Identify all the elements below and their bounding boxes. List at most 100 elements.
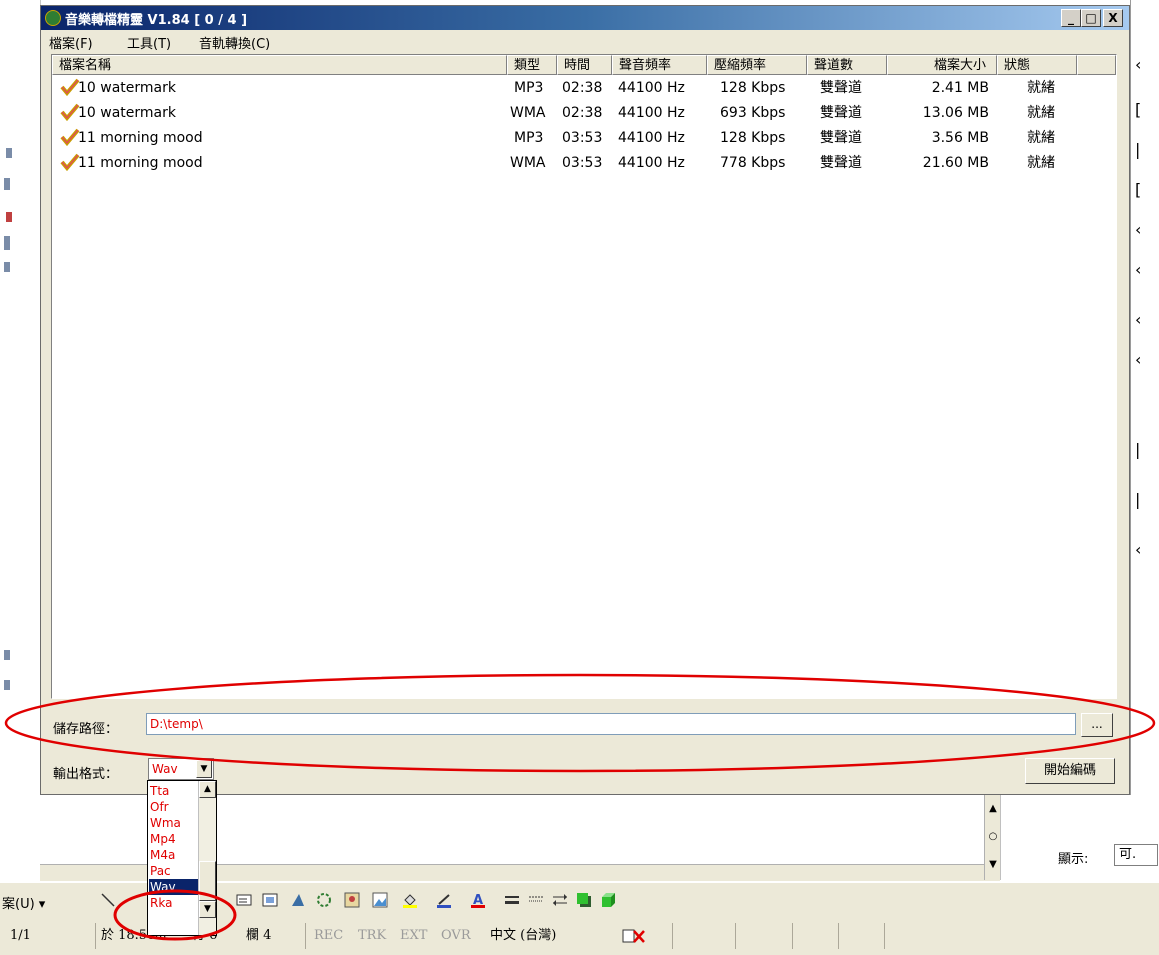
status-column: 欄 4	[246, 928, 272, 943]
column-header-channels[interactable]: 聲道數	[807, 55, 887, 75]
line-color-icon[interactable]	[436, 892, 452, 908]
format-option-m4a[interactable]: M4a	[149, 847, 199, 863]
column-header-size[interactable]: 檔案大小	[887, 55, 997, 75]
format-option-tta[interactable]: Tta	[149, 783, 199, 799]
scroll-select-icon[interactable]: ○	[985, 823, 1001, 851]
checkmark-icon[interactable]	[60, 78, 80, 96]
output-format-select[interactable]: Wav ▼	[148, 758, 214, 780]
toolbar-menu[interactable]: 案(U) ▾	[2, 893, 45, 912]
status-rec[interactable]: REC	[314, 927, 343, 945]
textbox-tool-icon[interactable]	[236, 892, 252, 908]
checkmark-icon[interactable]	[60, 153, 80, 171]
format-option-pac[interactable]: Pac	[149, 863, 199, 879]
file-size: 13.06 MB	[922, 105, 989, 121]
format-option-rka[interactable]: Rka	[149, 895, 199, 911]
status-ext[interactable]: EXT	[400, 927, 427, 945]
scroll-down-icon[interactable]: ▼	[985, 851, 1001, 879]
file-name: 11 morning mood	[78, 155, 203, 171]
file-bitrate: 128 Kbps	[720, 130, 786, 146]
file-sample-rate: 44100 Hz	[618, 130, 685, 146]
background-vertical-scrollbar[interactable]: ▲ ○ ▼	[984, 795, 1001, 880]
format-option-wav[interactable]: Wav	[149, 879, 199, 895]
save-path-label: 儲存路徑：	[53, 722, 119, 737]
spelling-check-icon[interactable]	[622, 928, 646, 944]
file-time: 02:38	[562, 105, 603, 121]
chevron-down-icon[interactable]: ▼	[196, 760, 212, 778]
diagram-icon[interactable]	[316, 892, 332, 908]
arrow-style-icon[interactable]	[552, 892, 568, 908]
close-button[interactable]: X	[1103, 9, 1123, 27]
list-header: 檔案名稱 類型 時間 聲音頻率 壓縮頻率 聲道數 檔案大小 狀態	[52, 55, 1116, 77]
3d-style-icon[interactable]	[600, 892, 616, 908]
table-row[interactable]: 10 watermark WMA 02:38 44100 Hz 693 Kbps…	[52, 100, 1116, 125]
file-type: WMA	[510, 105, 546, 121]
column-header-name[interactable]: 檔案名稱	[52, 55, 507, 75]
start-encoding-button[interactable]: 開始編碼	[1025, 758, 1115, 784]
dash-style-icon[interactable]	[528, 892, 544, 908]
output-format-value: Wav	[152, 762, 178, 776]
file-sample-rate: 44100 Hz	[618, 105, 685, 121]
vertical-textbox-icon[interactable]	[262, 892, 278, 908]
file-size: 2.41 MB	[931, 80, 989, 96]
column-header-time[interactable]: 時間	[557, 55, 612, 75]
window-title: 音樂轉檔精靈 V1.84 [ 0 / 4 ]	[65, 13, 248, 28]
scroll-up-icon[interactable]: ▲	[199, 781, 216, 798]
file-type: MP3	[514, 80, 544, 96]
table-row[interactable]: 10 watermark MP3 02:38 44100 Hz 128 Kbps…	[52, 75, 1116, 100]
picture-icon[interactable]	[372, 892, 388, 908]
show-label: 顯示:	[1058, 852, 1089, 867]
column-header-status[interactable]: 狀態	[997, 55, 1077, 75]
file-status: 就緒	[1027, 80, 1055, 96]
status-ovr[interactable]: OVR	[441, 927, 471, 945]
status-trk[interactable]: TRK	[358, 927, 386, 945]
fill-color-icon[interactable]	[402, 892, 418, 908]
save-path-input[interactable]: D:\temp\	[146, 713, 1076, 735]
column-header-sample-rate[interactable]: 聲音頻率	[612, 55, 707, 75]
background-document-right-edge: ‹ [ | [ ‹ ‹ ‹ ‹ | | ‹	[1130, 0, 1159, 800]
dropdown-scroll-thumb[interactable]	[199, 861, 216, 901]
scroll-down-icon[interactable]: ▼	[199, 901, 216, 918]
menu-tools[interactable]: 工具(T)	[127, 33, 171, 52]
file-type: MP3	[514, 130, 544, 146]
file-size: 3.56 MB	[931, 130, 989, 146]
minimize-button[interactable]: _	[1061, 9, 1081, 27]
file-list[interactable]: 檔案名稱 類型 時間 聲音頻率 壓縮頻率 聲道數 檔案大小 狀態 10 wate…	[51, 54, 1117, 699]
column-header-bitrate[interactable]: 壓縮頻率	[707, 55, 807, 75]
file-bitrate: 128 Kbps	[720, 80, 786, 96]
menu-track-convert[interactable]: 音軌轉換(C)	[199, 33, 270, 52]
format-option-mp4[interactable]: Mp4	[149, 831, 199, 847]
table-row[interactable]: 11 morning mood MP3 03:53 44100 Hz 128 K…	[52, 125, 1116, 150]
line-style-icon[interactable]	[504, 892, 520, 908]
format-option-ofr[interactable]: Ofr	[149, 799, 199, 815]
checkmark-icon[interactable]	[60, 128, 80, 146]
file-bitrate: 778 Kbps	[720, 155, 786, 171]
file-channels: 雙聲道	[820, 105, 862, 121]
table-row[interactable]: 11 morning mood WMA 03:53 44100 Hz 778 K…	[52, 150, 1116, 175]
line-tool-icon[interactable]	[100, 892, 116, 908]
title-bar[interactable]: 音樂轉檔精靈 V1.84 [ 0 / 4 ] _ □ X	[41, 6, 1129, 30]
app-icon[interactable]	[45, 10, 61, 26]
file-size: 21.60 MB	[922, 155, 989, 171]
scroll-up-icon[interactable]: ▲	[985, 795, 1001, 823]
dropdown-scrollbar[interactable]: ▲ ▼	[198, 781, 216, 935]
status-page: 1/1	[10, 928, 31, 943]
shadow-icon[interactable]	[576, 892, 592, 908]
menu-bar: 檔案(F) 工具(T) 音軌轉換(C)	[41, 30, 1129, 52]
status-language: 中文 (台灣)	[490, 928, 557, 943]
menu-file[interactable]: 檔案(F)	[49, 33, 93, 52]
background-side-panel	[1000, 795, 1159, 880]
show-select[interactable]: 可.	[1114, 844, 1158, 866]
font-color-icon[interactable]: A	[470, 892, 486, 908]
output-format-dropdown[interactable]: Tta Ofr Wma Mp4 M4a Pac Wav Rka ▲ ▼	[147, 780, 217, 936]
checkmark-icon[interactable]	[60, 103, 80, 121]
file-status: 就緒	[1027, 105, 1055, 121]
browse-button[interactable]: ...	[1081, 713, 1113, 737]
wordart-icon[interactable]	[290, 892, 306, 908]
file-status: 就緒	[1027, 130, 1055, 146]
format-option-wma[interactable]: Wma	[149, 815, 199, 831]
column-header-type[interactable]: 類型	[507, 55, 557, 75]
output-format-label: 輸出格式：	[53, 767, 119, 782]
file-name: 11 morning mood	[78, 130, 203, 146]
maximize-button[interactable]: □	[1081, 9, 1101, 27]
clipart-icon[interactable]	[344, 892, 360, 908]
